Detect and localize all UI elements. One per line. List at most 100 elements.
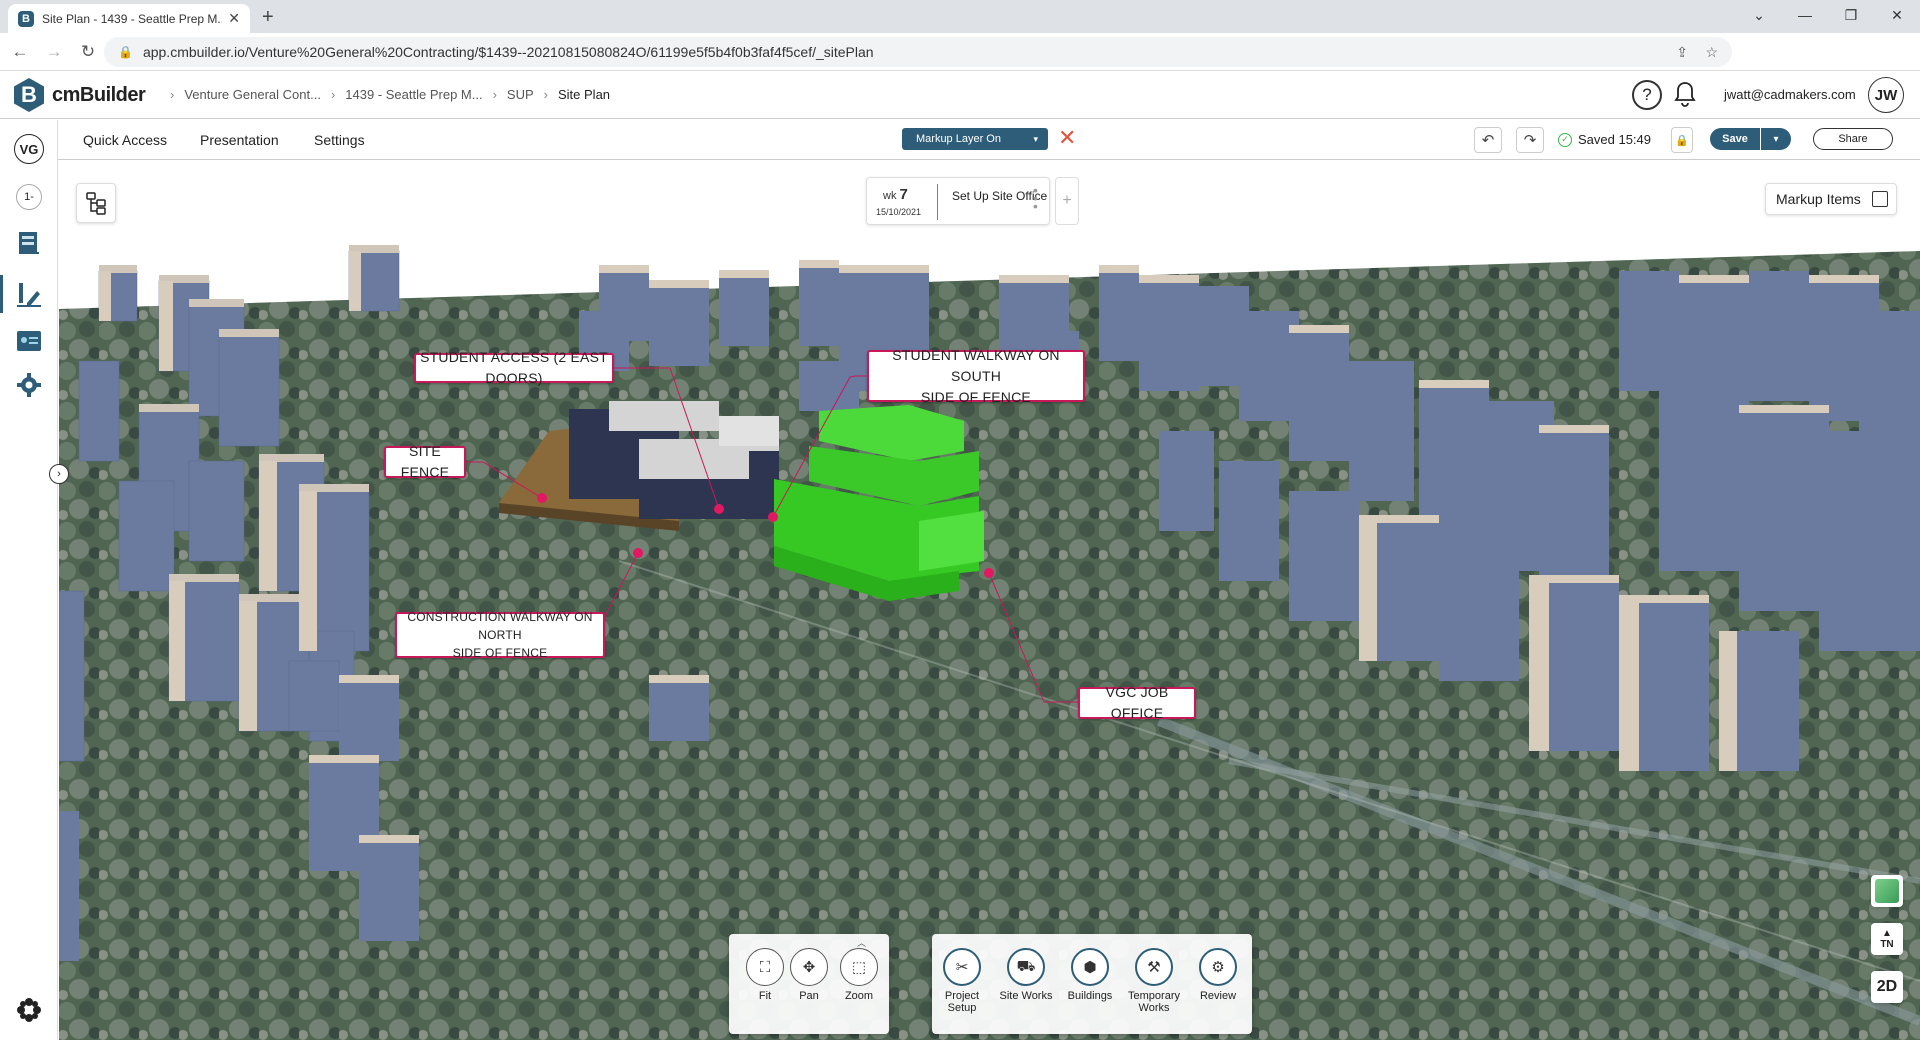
schedule-week-card[interactable]: wk 7 15/10/2021 Set Up Site Office • • • [866, 177, 1050, 225]
buildings-label: Buildings [1067, 990, 1113, 1002]
bookmark-star-icon[interactable]: ☆ [1705, 44, 1718, 61]
cmbuilder-logo[interactable]: B cmBuilder [14, 78, 146, 112]
save-options-chevron-icon[interactable]: ▾ [1761, 128, 1791, 150]
project-setup-label-2: Setup [947, 1002, 977, 1014]
apps-flower-icon[interactable] [14, 995, 44, 1025]
breadcrumb-project[interactable]: 1439 - Seattle Prep M... [345, 87, 482, 102]
callout-text: VGC JOB OFFICE [1105, 684, 1169, 721]
cmbuilder-favicon-icon: B [18, 10, 34, 27]
settings-gear-icon[interactable] [14, 370, 44, 400]
close-tab-icon[interactable]: ✕ [228, 10, 240, 27]
north-button[interactable]: ▲ TN [1871, 923, 1903, 955]
markup-layer-label: Markup Layer On [916, 133, 1001, 145]
expand-sidebar-chevron-icon[interactable]: › [49, 464, 69, 484]
org-badge[interactable]: VG [14, 134, 44, 164]
chevron-right-icon: › [170, 87, 175, 102]
site-works-button[interactable]: ⛟ Site Works [996, 948, 1056, 1002]
zoom-button[interactable]: ⬚ Zoom [829, 948, 889, 1002]
more-options-icon[interactable]: • • • [1033, 183, 1038, 213]
close-window-icon[interactable]: ✕ [1874, 0, 1920, 30]
layer-tree-button[interactable] [76, 183, 116, 223]
reload-icon[interactable]: ↻ [74, 42, 102, 62]
schedule-icon[interactable] [14, 228, 44, 258]
notification-bell-icon[interactable] [1673, 80, 1697, 114]
callout-text-line2: SIDE OF FENCE [452, 646, 548, 660]
minimize-icon[interactable]: — [1782, 0, 1828, 30]
user-email[interactable]: jwatt@cadmakers.com [1724, 87, 1856, 102]
breadcrumb-company[interactable]: Venture General Cont... [184, 87, 321, 102]
callout-text-line2: SIDE OF FENCE [921, 388, 1031, 405]
markup-layer-dropdown[interactable]: Markup Layer On ▾ [902, 128, 1048, 150]
callout-text: SITE FENCE [400, 443, 450, 480]
review-button[interactable]: ⚙ Review [1188, 948, 1248, 1002]
share-button[interactable]: Share [1813, 128, 1893, 150]
expand-panel-icon [1872, 191, 1888, 207]
temporary-works-label: Temporary [1128, 990, 1180, 1002]
buildings-icon: ⬢ [1071, 948, 1109, 986]
callout-vgc-job-office[interactable]: VGC JOB OFFICE [1078, 684, 1196, 721]
callout-student-walkway[interactable]: STUDENT WALKWAY ON SOUTH SIDE OF FENCE [867, 347, 1085, 405]
url-field[interactable]: 🔒 app.cmbuilder.io/Venture%20General%20C… [104, 37, 1732, 67]
buildings-button[interactable]: ⬢ Buildings [1060, 948, 1120, 1002]
week-date: 15/10/2021 [876, 207, 922, 217]
browser-tab-bar: B Site Plan - 1439 - Seattle Prep M... ✕… [0, 0, 1920, 33]
browser-tab[interactable]: B Site Plan - 1439 - Seattle Prep M... ✕ [8, 4, 250, 33]
breadcrumb-sup[interactable]: SUP [507, 87, 534, 102]
lock-icon[interactable]: 🔒 [118, 45, 133, 59]
logo-mark-icon: B [14, 78, 44, 112]
forward-icon[interactable]: → [40, 42, 68, 62]
week-prefix: wk [883, 190, 897, 202]
site-logistics-icon[interactable] [14, 326, 44, 356]
saved-text: Saved 15:49 [1578, 132, 1652, 147]
new-tab-icon[interactable]: + [262, 6, 274, 29]
divider [937, 184, 938, 220]
close-markup-icon[interactable]: ✕ [1058, 125, 1076, 151]
chevron-right-icon: › [492, 87, 497, 102]
review-label: Review [1199, 990, 1237, 1002]
user-avatar[interactable]: JW [1868, 77, 1904, 113]
aerial-3d-scene[interactable] [59, 161, 1920, 1040]
lock-icon[interactable]: 🔒 [1671, 127, 1693, 153]
tab-title: Site Plan - 1439 - Seattle Prep M... [42, 11, 223, 26]
share-page-icon[interactable]: ⇪ [1676, 44, 1688, 61]
tab-search-icon[interactable]: ⌄ [1736, 0, 1782, 30]
callout-student-access[interactable]: STUDENT ACCESS (2 EAST DOORS) [414, 349, 614, 386]
site-plan-3d-viewport[interactable]: wk 7 15/10/2021 Set Up Site Office • • • + … [59, 161, 1920, 1040]
week-number: 7 [899, 186, 908, 203]
chevron-right-icon: › [330, 87, 336, 102]
add-task-button[interactable]: + [1055, 177, 1079, 225]
markup-items-button[interactable]: Markup Items [1765, 183, 1897, 215]
breadcrumb-current: Site Plan [558, 87, 611, 102]
callout-construction-walkway[interactable]: CONSTRUCTION WALKWAY ON NORTH SIDE OF FE… [395, 610, 605, 660]
view-tools-panel: ︿ ⛶ Fit ✥ Pan ⬚ Zoom [729, 934, 889, 1034]
temporary-works-icon: ⚒ [1135, 948, 1173, 986]
help-icon[interactable]: ? [1632, 80, 1662, 110]
site-works-icon: ⛟ [1007, 948, 1045, 986]
back-icon[interactable]: ← [6, 42, 34, 62]
north-arrow-icon: ▲ [1882, 928, 1892, 939]
chevron-right-icon: › [543, 87, 548, 102]
callout-site-fence[interactable]: SITE FENCE [384, 443, 466, 480]
map-layer-button[interactable] [1871, 875, 1903, 907]
view-mode-toggle[interactable]: 2D [1871, 971, 1903, 1003]
temporary-works-button[interactable]: ⚒ Temporary Works [1124, 948, 1184, 1014]
menu-quick-access[interactable]: Quick Access [83, 132, 167, 148]
menu-presentation[interactable]: Presentation [200, 132, 279, 148]
undo-icon[interactable]: ↶ [1474, 127, 1502, 153]
project-setup-button[interactable]: ✂ Project Setup [932, 948, 992, 1014]
redo-icon[interactable]: ↷ [1516, 127, 1544, 153]
markup-pen-icon[interactable] [14, 280, 44, 310]
phase-selector[interactable]: 1- [16, 184, 42, 210]
restore-icon[interactable]: ❐ [1828, 0, 1874, 30]
map-icon [1875, 879, 1899, 903]
project-setup-label: Project [944, 990, 980, 1002]
main-toolbar: Quick Access Presentation Settings Marku… [58, 120, 1920, 160]
week-indicator: wk 7 [883, 186, 908, 203]
save-button[interactable]: Save [1710, 128, 1760, 150]
review-icon: ⚙ [1199, 948, 1237, 986]
markup-items-label: Markup Items [1776, 191, 1861, 207]
pan-label: Pan [799, 990, 819, 1002]
hierarchy-icon [86, 192, 106, 215]
callout-text-line1: STUDENT WALKWAY ON SOUTH [892, 346, 1060, 384]
menu-settings[interactable]: Settings [314, 132, 365, 148]
